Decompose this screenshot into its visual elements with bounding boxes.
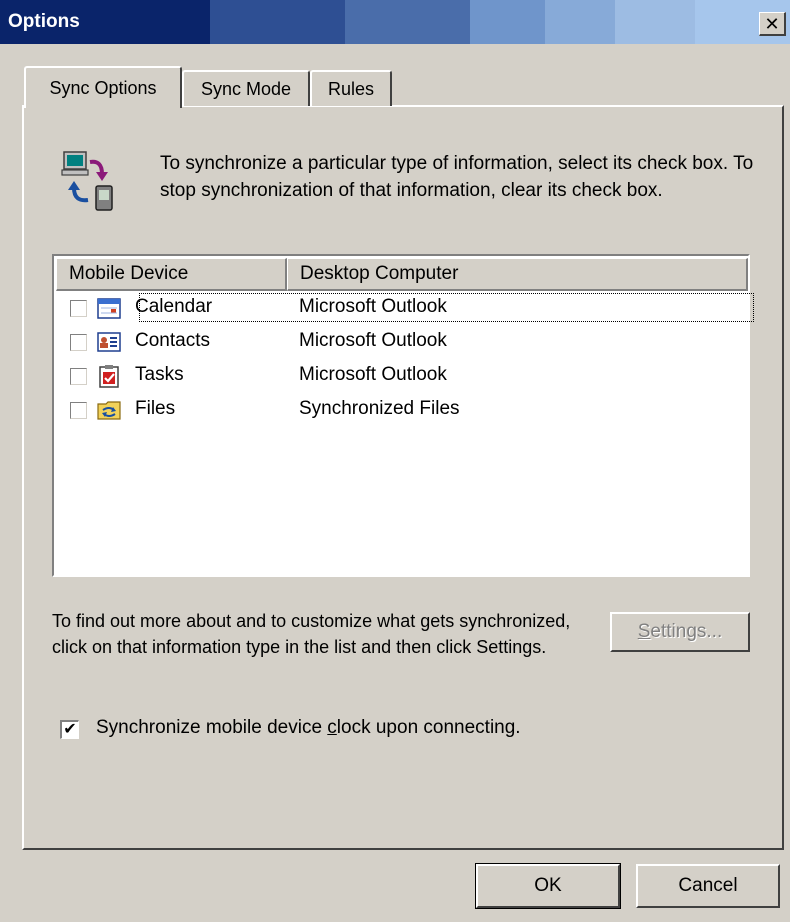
help-text: To find out more about and to customize … bbox=[52, 611, 571, 657]
tab-label: Sync Options bbox=[49, 77, 157, 98]
row-desktop: Microsoft Outlook bbox=[299, 296, 447, 317]
checkmark-icon: ✔ bbox=[63, 721, 77, 738]
row-desktop: Synchronized Files bbox=[299, 398, 460, 419]
title-bar[interactable]: Options ✕ bbox=[0, 0, 790, 44]
row-name: Contacts bbox=[135, 330, 210, 351]
tab-sync-mode[interactable]: Sync Mode bbox=[182, 70, 310, 106]
sync-items-list[interactable]: Mobile Device Desktop Computer Calendar … bbox=[52, 254, 754, 577]
column-header-mobile-device[interactable]: Mobile Device bbox=[56, 258, 287, 291]
row-desktop: Microsoft Outlook bbox=[299, 364, 447, 385]
row-desktop: Microsoft Outlook bbox=[299, 330, 447, 351]
column-header-label: Desktop Computer bbox=[300, 263, 459, 284]
calendar-icon bbox=[97, 298, 121, 319]
ok-button-label: OK bbox=[534, 875, 562, 896]
settings-button[interactable]: Settings... bbox=[610, 612, 750, 652]
sync-clock-label[interactable]: Synchronize mobile device clock upon con… bbox=[96, 717, 521, 739]
tasks-checkbox[interactable] bbox=[70, 368, 87, 385]
contacts-checkbox[interactable] bbox=[70, 334, 87, 351]
ok-button[interactable]: OK bbox=[475, 863, 621, 909]
row-name: Calendar bbox=[135, 296, 213, 317]
tab-sync-options[interactable]: Sync Options bbox=[24, 66, 182, 108]
tab-rules[interactable]: Rules bbox=[310, 70, 392, 106]
files-icon bbox=[97, 401, 121, 420]
sync-devices-icon bbox=[61, 151, 113, 211]
list-item-calendar[interactable]: Calendar Microsoft Outlook bbox=[56, 292, 754, 326]
settings-button-label: Settings... bbox=[637, 621, 723, 642]
contacts-icon bbox=[97, 332, 121, 352]
cancel-button[interactable]: Cancel bbox=[636, 864, 780, 908]
files-checkbox[interactable] bbox=[70, 402, 87, 419]
tasks-icon bbox=[99, 365, 119, 388]
sync-clock-checkbox[interactable]: ✔ bbox=[60, 720, 79, 739]
tab-label: Sync Mode bbox=[200, 78, 292, 99]
list-item-contacts[interactable]: Contacts Microsoft Outlook bbox=[56, 326, 748, 360]
column-header-desktop-computer[interactable]: Desktop Computer bbox=[287, 258, 748, 291]
window-title: Options bbox=[8, 11, 80, 32]
cancel-button-label: Cancel bbox=[678, 875, 738, 896]
list-item-tasks[interactable]: Tasks Microsoft Outlook bbox=[56, 360, 748, 394]
row-name: Tasks bbox=[135, 364, 184, 385]
intro-text: To synchronize a particular type of info… bbox=[160, 153, 754, 201]
column-header-label: Mobile Device bbox=[69, 263, 189, 284]
list-item-files[interactable]: Files Synchronized Files bbox=[56, 394, 748, 428]
close-button[interactable]: ✕ bbox=[759, 12, 786, 36]
tab-label: Rules bbox=[327, 78, 375, 99]
close-icon: ✕ bbox=[764, 13, 780, 34]
row-name: Files bbox=[135, 398, 176, 419]
calendar-checkbox[interactable] bbox=[70, 300, 87, 317]
